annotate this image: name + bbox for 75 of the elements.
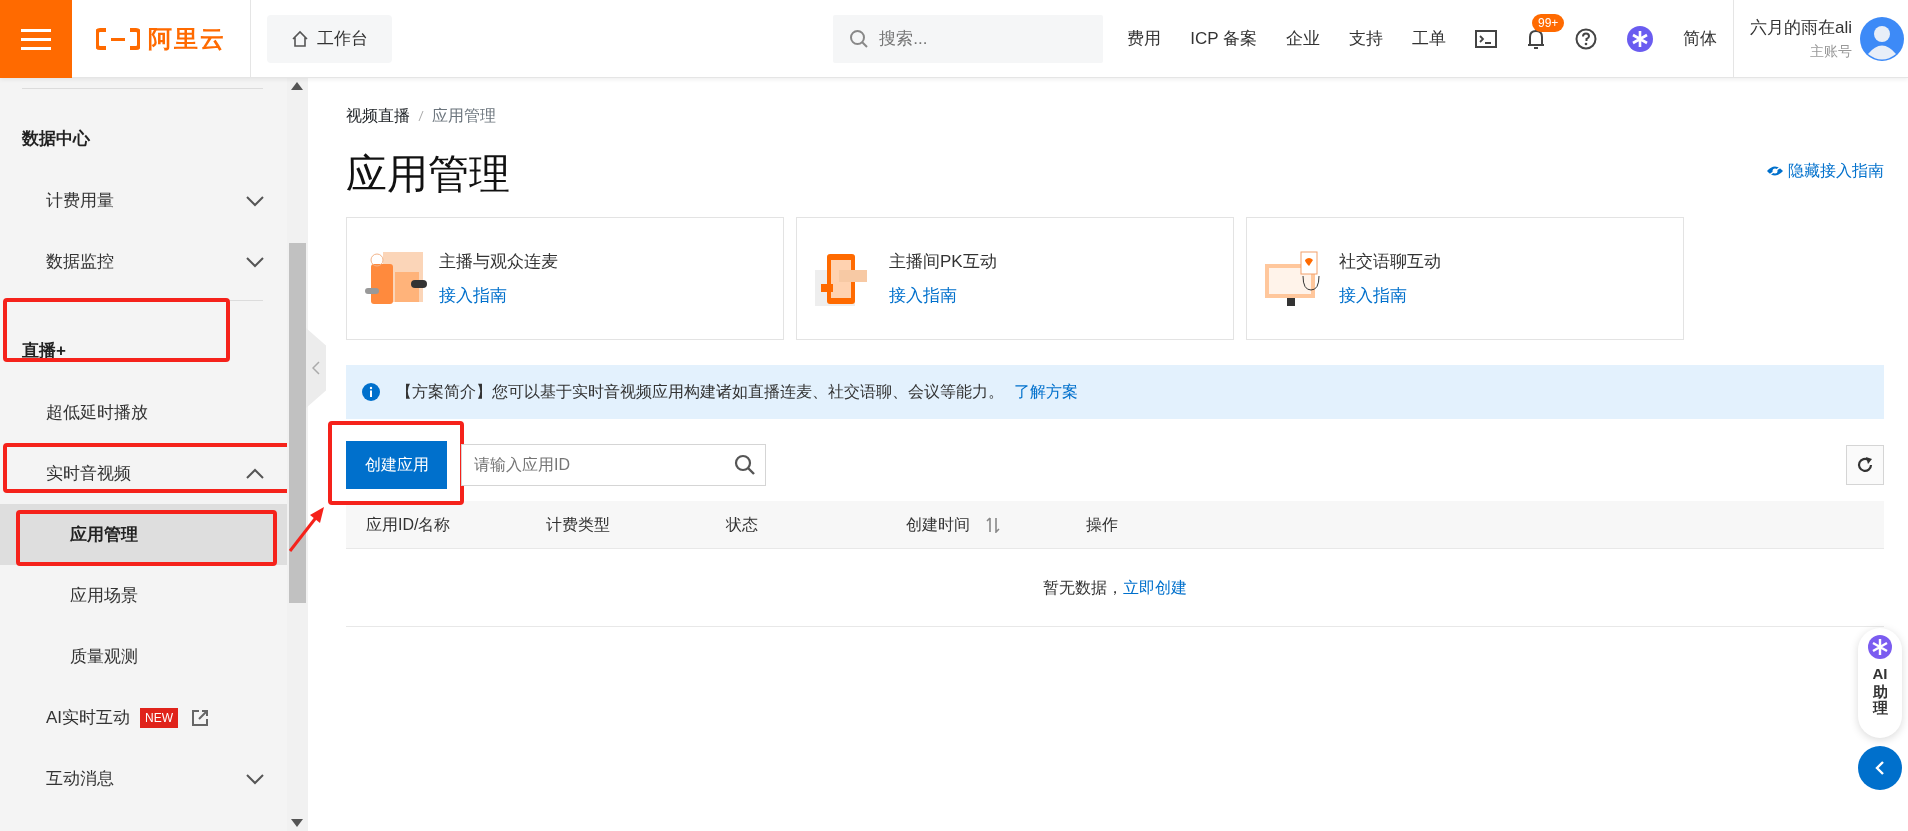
sparkle-icon[interactable]: [1626, 24, 1654, 53]
assistant-label: AI: [1871, 664, 1889, 684]
account-role: 主账号: [1809, 41, 1852, 61]
breadcrumb-current: 应用管理: [432, 106, 496, 126]
create-button[interactable]: 创建应用: [346, 441, 447, 490]
menu-button[interactable]: [0, 0, 72, 78]
sidebar-item[interactable]: 数据监控: [0, 231, 287, 292]
chevron-up-icon: [245, 467, 265, 480]
logo-icon: [96, 27, 140, 50]
sidebar-item[interactable]: AI实时互动 NEW: [0, 687, 287, 748]
search-field[interactable]: 请输入应用ID: [461, 444, 766, 487]
guide-link[interactable]: 接入指南: [889, 282, 997, 309]
sidebar-item[interactable]: 超低延时播放: [0, 382, 287, 443]
column-header: 操作: [1086, 514, 1118, 535]
menu-icon: [21, 27, 51, 50]
notification-badge: 99+: [1532, 13, 1565, 32]
search-icon: [734, 454, 756, 477]
avatar-icon[interactable]: [1860, 16, 1904, 61]
column-header: 创建时间: [906, 514, 970, 535]
terminal-icon[interactable]: [1475, 28, 1497, 49]
page-title: 应用管理: [346, 150, 510, 199]
nav-link[interactable]: 企业: [1286, 25, 1320, 52]
help-icon[interactable]: [1575, 27, 1597, 50]
column-header: 计费类型: [546, 514, 610, 535]
bell-icon[interactable]: [1526, 27, 1546, 50]
language-link[interactable]: 简体: [1683, 25, 1717, 52]
user-name: 六月的雨在ali: [1750, 17, 1852, 40]
chevron-down-icon: [245, 194, 265, 207]
new-badge: NEW: [140, 707, 179, 728]
sidebar-item[interactable]: 应用场景: [0, 565, 287, 626]
sort-icon[interactable]: [986, 516, 1000, 533]
scroll-down-icon: [291, 819, 303, 827]
sidebar-item[interactable]: 应用管理: [0, 504, 287, 565]
create-now-link[interactable]: 立即创建: [1123, 578, 1187, 596]
nav-link[interactable]: ICP 备案: [1190, 25, 1257, 52]
chevron-down-icon: [245, 255, 265, 268]
scroll-up-icon: [291, 82, 303, 90]
guide-link[interactable]: 接入指南: [1339, 282, 1441, 309]
notice-link[interactable]: 了解方案: [1014, 380, 1078, 405]
nav-link[interactable]: 支持: [1349, 25, 1383, 52]
workbench-button[interactable]: 工作台: [267, 14, 392, 63]
assistant-panel[interactable]: AI 助理: [1858, 628, 1902, 738]
card-title: 主播与观众连麦: [439, 251, 558, 274]
search-icon: [849, 28, 870, 49]
card-title: 社交语聊互动: [1339, 251, 1441, 274]
info-icon: [362, 383, 380, 402]
breadcrumb-separator-icon: [418, 110, 424, 122]
notice-text: 【方案简介】您可以基于实时音视频应用构建诸如直播连麦、社交语聊、会议等能力。: [396, 382, 1004, 403]
assistant-label: 助理: [1872, 683, 1888, 717]
column-header: 状态: [726, 514, 758, 535]
eye-icon: [1766, 165, 1784, 178]
hide-guide-link[interactable]: 隐藏接入指南: [1766, 159, 1884, 184]
scrollbar-thumb[interactable]: [289, 243, 306, 603]
refresh-button[interactable]: [1846, 445, 1884, 486]
card-title: 主播间PK互动: [889, 251, 997, 274]
chevron-left-icon: [1875, 760, 1885, 776]
sidebar-item[interactable]: 计费用量: [0, 170, 287, 231]
guide-link[interactable]: 接入指南: [439, 282, 558, 309]
nav-link[interactable]: 工单: [1412, 25, 1446, 52]
sparkle-icon: [1867, 634, 1893, 660]
search-field[interactable]: 搜索...: [833, 14, 1104, 63]
external-link-icon: [190, 707, 211, 728]
empty-message: 暂无数据，立即创建: [1043, 577, 1187, 598]
sidebar-item[interactable]: 质量观测: [0, 626, 287, 687]
column-header: 应用ID/名称: [366, 514, 451, 535]
scrollbar[interactable]: [287, 78, 308, 831]
breadcrumb-link[interactable]: 视频直播: [346, 104, 410, 128]
sidebar-item[interactable]: 实时音视频: [0, 443, 287, 504]
nav-link[interactable]: 费用: [1127, 25, 1162, 52]
logo-text: 阿里云: [148, 23, 226, 54]
collapse-button[interactable]: [1858, 746, 1902, 790]
sidebar-item[interactable]: 互动消息: [0, 748, 287, 809]
home-icon: [291, 29, 309, 48]
chevron-down-icon: [245, 772, 265, 785]
chevron-left-icon: [312, 361, 320, 375]
